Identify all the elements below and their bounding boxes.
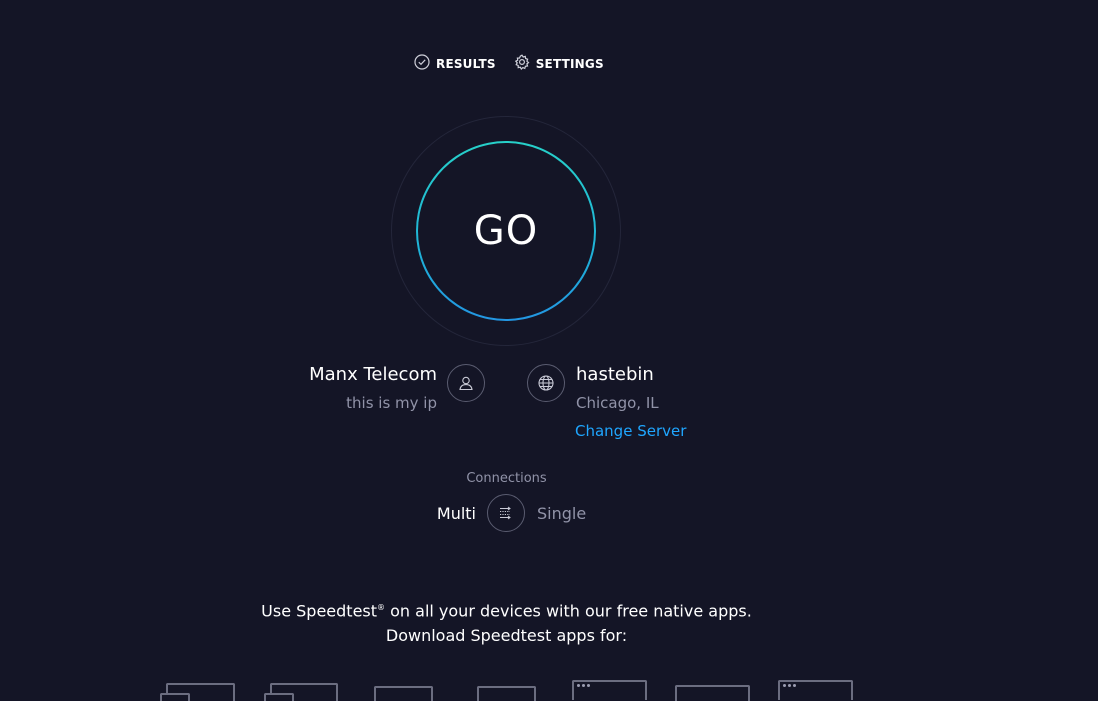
server-location: Chicago, IL <box>576 394 659 412</box>
android-app-icon[interactable] <box>374 686 433 701</box>
gear-icon <box>514 54 530 73</box>
results-label: RESULTS <box>436 56 496 71</box>
promo-line-1-start: Use Speedtest <box>261 601 378 621</box>
check-circle-icon <box>414 54 430 73</box>
registered-mark: ® <box>377 603 386 612</box>
connections-toggle-icon[interactable] <box>487 494 525 532</box>
settings-label: SETTINGS <box>535 56 604 71</box>
go-button-inner: GO <box>418 143 594 319</box>
cli-app-icon[interactable] <box>778 680 853 700</box>
server-name: hastebin <box>576 364 654 385</box>
speedtest-page: RESULTS SETTINGS GO Manx Telecom this is… <box>0 0 1098 701</box>
isp-name: Manx Telecom <box>309 364 437 385</box>
go-label: GO <box>473 208 539 254</box>
user-icon <box>447 364 485 402</box>
mac-app-icon-front <box>264 693 294 701</box>
settings-link[interactable]: SETTINGS <box>514 54 604 73</box>
appletv-app-icon[interactable] <box>675 685 750 701</box>
window-dots-icon <box>577 684 590 687</box>
isp-subtitle: this is my ip <box>346 394 437 412</box>
connections-multi-option[interactable]: Multi <box>437 504 476 523</box>
promo-line-1-end: on all your devices with our free native… <box>385 601 752 621</box>
windows-app-icon-front <box>160 693 190 701</box>
mac-app-icon[interactable] <box>264 683 338 701</box>
window-dots-icon <box>783 684 796 687</box>
connections-label: Connections <box>466 471 547 486</box>
chrome-app-icon[interactable] <box>572 680 647 700</box>
promo-line-1: Use Speedtest® on all your devices with … <box>0 595 1013 623</box>
go-button[interactable]: GO <box>416 141 596 321</box>
results-link[interactable]: RESULTS <box>414 54 496 73</box>
apps-promo: Use Speedtest® on all your devices with … <box>0 595 1013 648</box>
globe-icon <box>527 364 565 402</box>
windows-app-icon[interactable] <box>160 683 235 701</box>
change-server-link[interactable]: Change Server <box>575 422 686 440</box>
ios-app-icon[interactable] <box>477 686 536 701</box>
connections-single-option[interactable]: Single <box>537 504 586 523</box>
promo-line-2: Download Speedtest apps for: <box>385 626 628 646</box>
top-nav: RESULTS SETTINGS <box>414 54 604 73</box>
